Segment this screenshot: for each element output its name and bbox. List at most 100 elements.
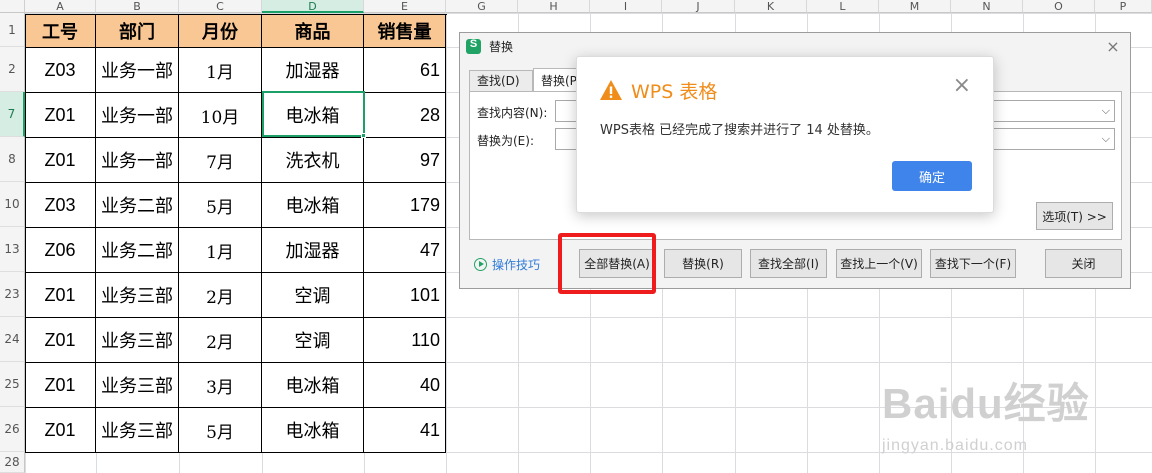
tab-find[interactable]: 查找(D) — [469, 70, 533, 92]
cell-month[interactable]: 7月 — [179, 138, 262, 183]
cell-department[interactable]: 业务三部 — [96, 318, 179, 363]
row-header-23[interactable]: 23 — [0, 272, 25, 317]
row-header-28[interactable]: 28 — [0, 452, 25, 473]
cell-employee-id[interactable]: Z01 — [25, 138, 96, 183]
column-header-e[interactable]: E — [364, 0, 446, 13]
cell-month[interactable]: 2月 — [179, 273, 262, 318]
cell-product[interactable]: 电冰箱 — [262, 93, 364, 138]
cell-product[interactable]: 加湿器 — [262, 48, 364, 93]
cell-employee-id[interactable]: Z01 — [25, 93, 96, 138]
cell-product[interactable]: 电冰箱 — [262, 183, 364, 228]
cell-employee-id[interactable]: Z03 — [25, 183, 96, 228]
message-close-icon[interactable]: × — [953, 75, 971, 97]
tips-link-label[interactable]: 操作技巧 — [492, 256, 540, 273]
cell-quantity[interactable]: 40 — [364, 363, 446, 408]
find-all-button[interactable]: 查找全部(I) — [750, 249, 827, 278]
options-button[interactable]: 选项(T) >> — [1036, 202, 1113, 230]
ok-button[interactable]: 确定 — [892, 161, 972, 191]
cell-product[interactable]: 加湿器 — [262, 228, 364, 273]
row-header-1[interactable]: 1 — [0, 13, 25, 47]
cell-employee-id[interactable]: Z03 — [25, 48, 96, 93]
cell-month[interactable]: 1月 — [179, 48, 262, 93]
cell-employee-id[interactable]: Z01 — [25, 408, 96, 453]
message-text: WPS表格 已经完成了搜索并进行了 14 处替换。 — [600, 123, 879, 138]
cell-department[interactable]: 业务一部 — [96, 93, 179, 138]
chevron-down-icon[interactable]: ⌵ — [1102, 104, 1110, 118]
column-header-j[interactable]: J — [662, 0, 735, 13]
select-all-corner[interactable] — [0, 0, 25, 13]
cell-employee-id[interactable]: Z01 — [25, 363, 96, 408]
cell-month[interactable]: 1月 — [179, 228, 262, 273]
column-header-o[interactable]: O — [1023, 0, 1095, 13]
cell-department[interactable]: 业务二部 — [96, 228, 179, 273]
message-title: WPS 表格 — [631, 81, 718, 103]
tips-link[interactable]: 操作技巧 — [474, 256, 540, 273]
row-header-2[interactable]: 2 — [0, 47, 25, 92]
cell-department[interactable]: 业务一部 — [96, 138, 179, 183]
close-button[interactable]: 关闭 — [1045, 249, 1122, 278]
cell-department[interactable]: 业务三部 — [96, 408, 179, 453]
column-header-a[interactable]: A — [25, 0, 96, 13]
baidu-watermark: Baidu经验 jingyan.baidu.com — [882, 370, 1092, 460]
header-cell-quantity[interactable]: 销售量 — [364, 14, 446, 48]
cell-department[interactable]: 业务二部 — [96, 183, 179, 228]
fill-handle[interactable] — [361, 133, 366, 138]
row-header-13[interactable]: 13 — [0, 227, 25, 272]
replace-label: 替换为(E): — [477, 134, 534, 148]
header-cell-department[interactable]: 部门 — [96, 14, 179, 48]
cell-quantity[interactable]: 179 — [364, 183, 446, 228]
cell-product[interactable]: 电冰箱 — [262, 408, 364, 453]
cell-quantity[interactable]: 28 — [364, 93, 446, 138]
cell-product[interactable]: 空调 — [262, 318, 364, 363]
find-next-button[interactable]: 查找下一个(F) — [930, 249, 1016, 278]
cell-product[interactable]: 空调 — [262, 273, 364, 318]
column-header-m[interactable]: M — [879, 0, 951, 13]
cell-employee-id[interactable]: Z01 — [25, 273, 96, 318]
cell-department[interactable]: 业务三部 — [96, 273, 179, 318]
cell-month[interactable]: 2月 — [179, 318, 262, 363]
column-header-g[interactable]: G — [446, 0, 518, 13]
header-cell-employee-id[interactable]: 工号 — [25, 14, 96, 48]
cell-quantity[interactable]: 47 — [364, 228, 446, 273]
cell-product[interactable]: 洗衣机 — [262, 138, 364, 183]
chevron-down-icon[interactable]: ⌵ — [1102, 132, 1110, 146]
cell-department[interactable]: 业务一部 — [96, 48, 179, 93]
column-header-h[interactable]: H — [518, 0, 590, 13]
row-header-10[interactable]: 10 — [0, 182, 25, 227]
row-header-25[interactable]: 25 — [0, 362, 25, 407]
find-previous-button[interactable]: 查找上一个(V) — [836, 249, 922, 278]
cell-quantity[interactable]: 101 — [364, 273, 446, 318]
column-header-d[interactable]: D — [262, 0, 364, 13]
column-header-k[interactable]: K — [735, 0, 807, 13]
cell-month[interactable]: 3月 — [179, 363, 262, 408]
wps-spreadsheet-logo-icon — [466, 38, 481, 54]
cell-month[interactable]: 5月 — [179, 183, 262, 228]
cell-month[interactable]: 5月 — [179, 408, 262, 453]
column-header-n[interactable]: N — [951, 0, 1023, 13]
watermark-sub: jingyan.baidu.com — [882, 437, 1028, 454]
cell-quantity[interactable]: 41 — [364, 408, 446, 453]
cell-product[interactable]: 电冰箱 — [262, 363, 364, 408]
dialog-close-icon[interactable]: × — [1104, 38, 1122, 56]
column-header-i[interactable]: I — [590, 0, 662, 13]
row-header-8[interactable]: 8 — [0, 137, 25, 182]
cell-department[interactable]: 业务三部 — [96, 363, 179, 408]
column-header-b[interactable]: B — [96, 0, 179, 13]
row-header-7[interactable]: 7 — [0, 92, 25, 137]
cell-employee-id[interactable]: Z01 — [25, 318, 96, 363]
row-header-24[interactable]: 24 — [0, 317, 25, 362]
cell-month[interactable]: 10月 — [179, 93, 262, 138]
cell-employee-id[interactable]: Z06 — [25, 228, 96, 273]
cell-quantity[interactable]: 97 — [364, 138, 446, 183]
play-circle-icon — [474, 258, 487, 271]
replace-button[interactable]: 替换(R) — [664, 249, 742, 278]
column-header-p[interactable]: P — [1095, 0, 1152, 13]
header-cell-month[interactable]: 月份 — [179, 14, 262, 48]
column-header-l[interactable]: L — [807, 0, 879, 13]
header-cell-product[interactable]: 商品 — [262, 14, 364, 48]
row-header-26[interactable]: 26 — [0, 407, 25, 452]
cell-quantity[interactable]: 110 — [364, 318, 446, 363]
cell-quantity[interactable]: 61 — [364, 48, 446, 93]
column-header-c[interactable]: C — [179, 0, 262, 13]
replace-all-button[interactable]: 全部替换(A) — [579, 249, 655, 278]
